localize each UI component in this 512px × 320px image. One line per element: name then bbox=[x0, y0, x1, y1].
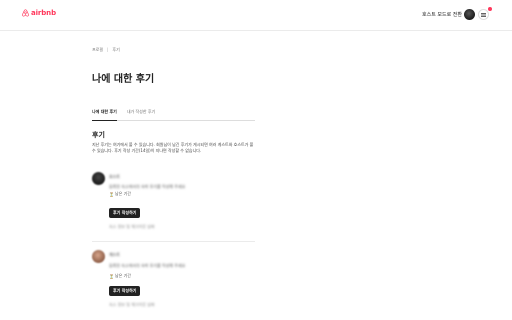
breadcrumb-reviews: 후기 bbox=[112, 47, 120, 52]
section-description: 지난 후기는 여기에서 볼 수 있습니다. 회원님이 남긴 후기가 게시되면 여… bbox=[92, 142, 254, 153]
write-review-button[interactable]: 후기 작성하기 bbox=[109, 208, 141, 218]
breadcrumb-separator: | bbox=[107, 47, 109, 52]
review-footer-text: 숙소 정보 및 체크아웃 날짜 bbox=[109, 224, 155, 229]
hourglass-icon: ⏳ bbox=[109, 273, 114, 279]
profile-menu[interactable] bbox=[464, 5, 492, 23]
review-status: ⏳ 남은 기간 bbox=[109, 273, 131, 279]
logo-wordmark: airbnb bbox=[31, 9, 56, 17]
top-navigation-bar: airbnb 호스트 모드로 전환 bbox=[0, 0, 512, 31]
section-title: 후기 bbox=[92, 131, 105, 139]
airbnb-logo-icon bbox=[22, 9, 29, 17]
airbnb-logo[interactable]: airbnb bbox=[22, 9, 56, 17]
review-footer-text: 숙소 정보 및 체크아웃 날짜 bbox=[109, 302, 155, 307]
review-prompt-text: 등록된 숙소에서의 숙박 후기를 작성해 주세요 bbox=[109, 184, 186, 189]
write-review-button[interactable]: 후기 작성하기 bbox=[109, 286, 141, 296]
switch-to-host-link[interactable]: 호스트 모드로 전환 bbox=[422, 11, 462, 18]
tab-reviews-about-you[interactable]: 나에 대한 후기 bbox=[92, 107, 117, 121]
avatar[interactable] bbox=[464, 9, 475, 20]
reviewer-name: 게스트 bbox=[109, 252, 121, 257]
review-divider bbox=[92, 241, 255, 242]
review-tabs: 나에 대한 후기 내가 작성한 후기 bbox=[92, 107, 255, 121]
reviewer-avatar bbox=[92, 172, 105, 185]
review-status: ⏳ 남은 기간 bbox=[109, 191, 131, 197]
hamburger-icon bbox=[481, 12, 486, 17]
breadcrumb: 프로필 | 후기 bbox=[92, 47, 120, 53]
tab-reviews-by-you[interactable]: 내가 작성한 후기 bbox=[127, 107, 155, 121]
page-title: 나에 대한 후기 bbox=[92, 74, 155, 85]
review-prompt-text: 등록된 숙소에서의 숙박 후기를 작성해 주세요 bbox=[109, 263, 186, 268]
review-status-text: 남은 기간 bbox=[114, 191, 131, 196]
menu-button[interactable] bbox=[478, 9, 489, 20]
breadcrumb-profile[interactable]: 프로필 bbox=[92, 47, 103, 53]
hourglass-icon: ⏳ bbox=[109, 191, 114, 197]
reviewer-avatar bbox=[92, 250, 105, 263]
reviewer-name: 호스트 bbox=[109, 174, 121, 179]
review-status-text: 남은 기간 bbox=[114, 273, 131, 278]
notification-dot bbox=[488, 7, 492, 11]
